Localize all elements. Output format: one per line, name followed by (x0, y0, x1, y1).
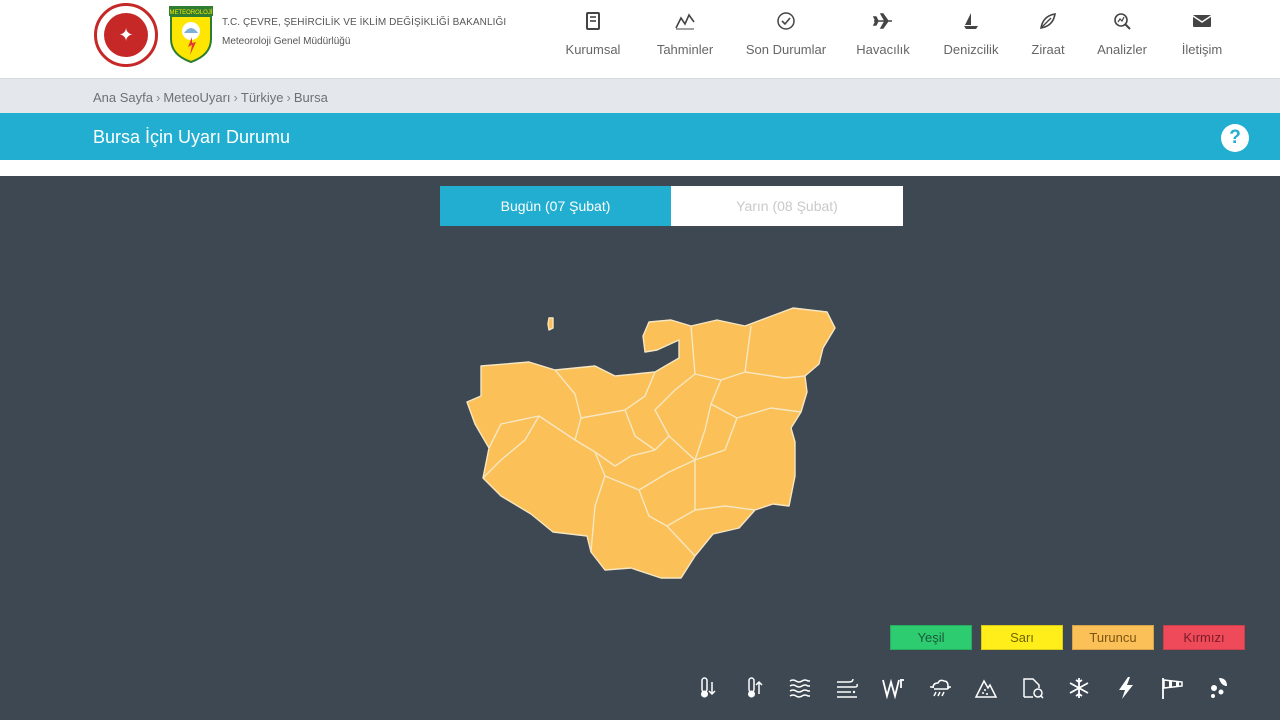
ministry-emblem-icon: ✦ (104, 13, 148, 57)
page-title: Bursa İçin Uyarı Durumu (93, 127, 291, 147)
book-icon (582, 10, 604, 32)
hail-icon[interactable] (1204, 674, 1234, 702)
bursa-district-map[interactable] (455, 300, 845, 585)
tab-today[interactable]: Bugün (07 Şubat) (440, 186, 671, 226)
breadcrumb-home[interactable]: Ana Sayfa (93, 90, 153, 105)
legend-yellow: Sarı (981, 625, 1063, 650)
nav-label: Kurumsal (565, 42, 621, 57)
mgm-logo-text: METEOROLOJİ (169, 9, 212, 16)
envelope-icon (1191, 10, 1213, 32)
nav-label: Son Durumlar (745, 42, 827, 57)
day-tabs: Bugün (07 Şubat) Yarın (08 Şubat) (440, 186, 903, 226)
nav-kurumsal[interactable]: Kurumsal (548, 10, 638, 57)
nav-ziraat[interactable]: Ziraat (1016, 10, 1080, 57)
tab-tomorrow[interactable]: Yarın (08 Şubat) (671, 186, 903, 226)
breadcrumb: Ana Sayfa › MeteoUyarı › Türkiye › Bursa (0, 78, 1280, 113)
nav-label: Denizcilik (943, 42, 999, 57)
nav-label: Tahminler (656, 42, 714, 57)
help-button[interactable]: ? (1221, 124, 1249, 152)
breadcrumb-separator: › (286, 90, 291, 105)
windsock-icon[interactable] (1157, 674, 1187, 702)
avalanche-icon[interactable] (971, 674, 1001, 702)
fog-icon[interactable] (785, 674, 815, 702)
sandstorm-icon[interactable] (832, 674, 862, 702)
nav-denizcilik[interactable]: Denizcilik (926, 10, 1016, 57)
breadcrumb-current: Bursa (293, 90, 328, 105)
title-divider (0, 160, 1280, 176)
legend-orange: Turuncu (1072, 625, 1154, 650)
page-title-bar: Bursa İçin Uyarı Durumu ? (0, 113, 1280, 160)
island-shape (547, 317, 554, 331)
leaf-icon (1037, 10, 1059, 32)
rain-icon[interactable] (925, 674, 955, 702)
lightning-icon[interactable] (1111, 674, 1141, 702)
breadcrumb-separator: › (156, 90, 161, 105)
hazard-icon-bar (692, 674, 1234, 702)
nav-iletisim[interactable]: İletişim (1164, 10, 1240, 57)
site-header: ✦ METEOROLOJİ T.C. ÇEVRE, ŞEHİRCİLİK VE … (0, 0, 1280, 78)
nav-tahminler[interactable]: Tahminler (638, 10, 732, 57)
organization-name: T.C. ÇEVRE, ŞEHİRCİLİK VE İKLİM DEĞİŞİKL… (222, 17, 506, 47)
check-circle-icon (775, 10, 797, 32)
ministry-logo[interactable]: ✦ (94, 3, 158, 67)
nav-label: Analizler (1097, 42, 1147, 57)
ministry-name: T.C. ÇEVRE, ŞEHİRCİLİK VE İKLİM DEĞİŞİKL… (222, 17, 507, 28)
nav-label: Havacılık (856, 42, 910, 57)
mgm-logo[interactable]: METEOROLOJİ (168, 5, 214, 63)
cold-temperature-icon[interactable] (692, 674, 722, 702)
sailboat-icon (960, 10, 982, 32)
chart-line-icon (674, 10, 696, 32)
breadcrumb-separator: › (233, 90, 238, 105)
nav-analizler[interactable]: Analizler (1080, 10, 1164, 57)
legend-red: Kırmızı (1163, 625, 1245, 650)
directorate-name: Meteoroloji Genel Müdürlüğü (222, 36, 351, 47)
nav-label: Ziraat (1031, 42, 1065, 57)
nav-son-durumlar[interactable]: Son Durumlar (732, 10, 840, 57)
main-nav: Kurumsal Tahminler Son Durumlar Havacılı… (548, 10, 1240, 57)
nav-havacilik[interactable]: Havacılık (840, 10, 926, 57)
breadcrumb-meteouyari[interactable]: MeteoUyarı (163, 90, 230, 105)
legend-green: Yeşil (890, 625, 972, 650)
nav-label: İletişim (1181, 42, 1223, 57)
warning-legend: Yeşil Sarı Turuncu Kırmızı (890, 625, 1245, 650)
search-chart-icon (1111, 10, 1133, 32)
plane-icon (872, 10, 894, 32)
wind-icon[interactable] (878, 674, 908, 702)
dust-icon[interactable] (1018, 674, 1048, 702)
snow-icon[interactable] (1064, 674, 1094, 702)
hot-temperature-icon[interactable] (739, 674, 769, 702)
breadcrumb-turkiye[interactable]: Türkiye (241, 90, 284, 105)
